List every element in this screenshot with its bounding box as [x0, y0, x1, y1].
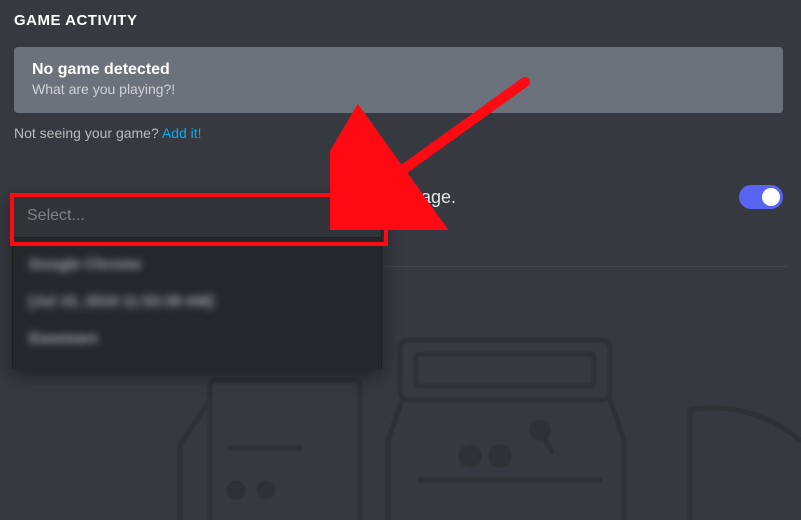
not-seeing-text: Not seeing your game? Add it!: [14, 125, 783, 141]
no-game-card: No game detected What are you playing?!: [14, 47, 783, 113]
dropdown-option[interactable]: Easeware: [13, 320, 381, 357]
status-toggle[interactable]: [739, 185, 783, 209]
no-game-subtitle: What are you playing?!: [32, 81, 765, 97]
toggle-knob: [762, 188, 780, 206]
dropdown-option[interactable]: [Jul 15, 2019 11:53:39 AM]: [13, 283, 381, 320]
game-select-dropdown[interactable]: Select... Google Chrome [Jul 15, 2019 11…: [12, 194, 382, 369]
not-seeing-prefix: Not seeing your game?: [14, 125, 162, 141]
section-title: GAME ACTIVITY: [14, 12, 783, 29]
no-game-title: No game detected: [32, 61, 765, 79]
status-message-tail: sage.: [412, 187, 456, 208]
chevron-down-icon: [349, 207, 367, 225]
dropdown-header[interactable]: Select...: [13, 195, 381, 237]
dropdown-placeholder: Select...: [27, 207, 85, 224]
add-game-link[interactable]: Add it!: [162, 125, 202, 141]
dropdown-options-list: Google Chrome [Jul 15, 2019 11:53:39 AM]…: [13, 237, 381, 369]
dropdown-option[interactable]: Google Chrome: [13, 246, 381, 283]
